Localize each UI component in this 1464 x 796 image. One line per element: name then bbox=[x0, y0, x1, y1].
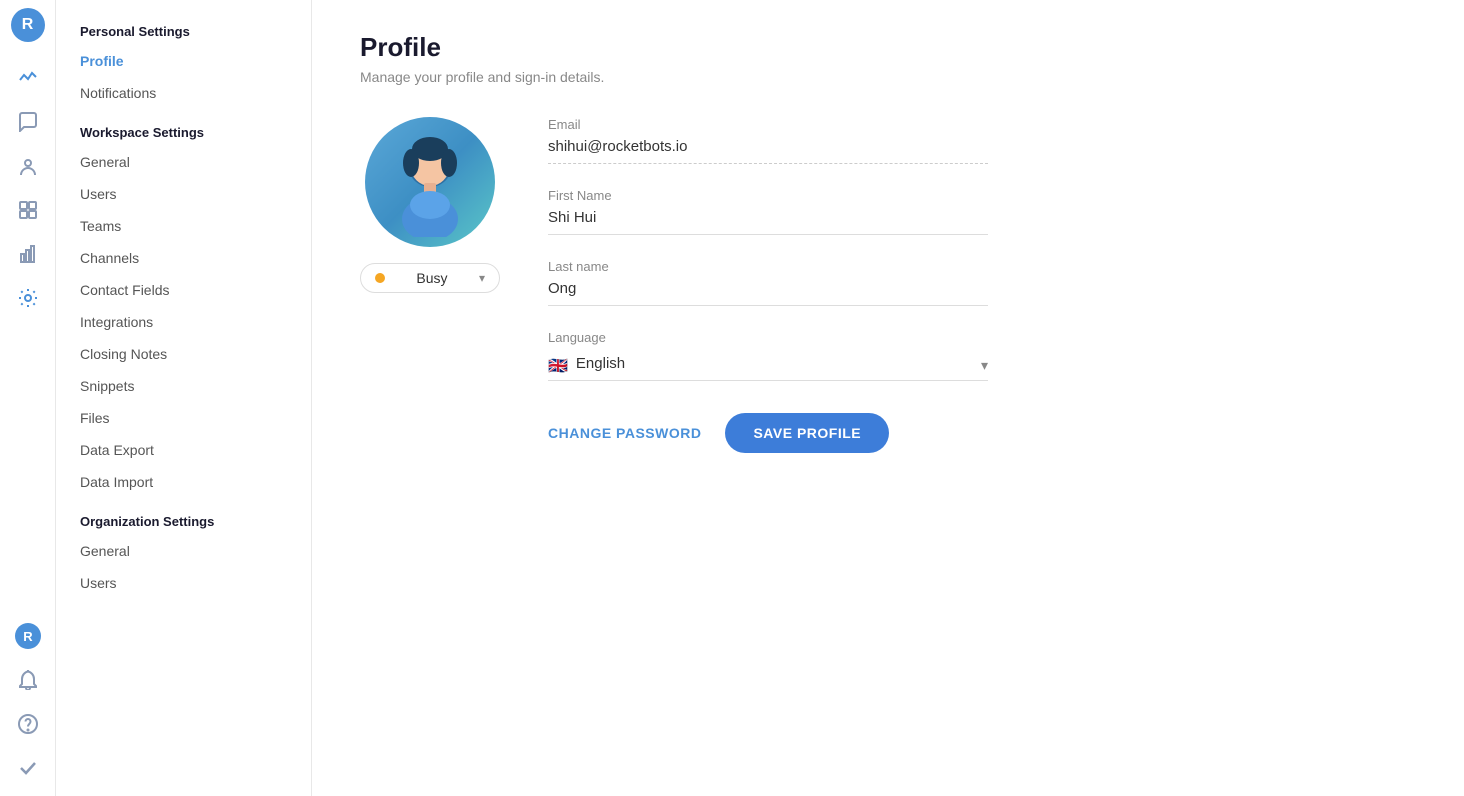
change-password-button[interactable]: CHANGE PASSWORD bbox=[548, 425, 701, 441]
language-field-group: Language 🇬🇧 English Chinese Malay ▾ bbox=[548, 330, 988, 381]
status-dot bbox=[375, 273, 385, 283]
language-select-wrapper: 🇬🇧 English Chinese Malay ▾ bbox=[548, 351, 988, 381]
sidebar-item-closing-notes[interactable]: Closing Notes bbox=[56, 338, 311, 370]
first-name-label: First Name bbox=[548, 188, 988, 203]
first-name-field-group: First Name bbox=[548, 188, 988, 235]
save-profile-button[interactable]: SAVE PROFILE bbox=[725, 413, 889, 453]
contacts-icon[interactable] bbox=[8, 146, 48, 186]
sidebar-item-general[interactable]: General bbox=[56, 146, 311, 178]
sidebar-item-profile[interactable]: Profile bbox=[56, 45, 311, 77]
chevron-down-icon: ▾ bbox=[479, 271, 485, 285]
language-label: Language bbox=[548, 330, 988, 345]
sidebar-item-users[interactable]: Users bbox=[56, 178, 311, 210]
language-select[interactable]: English Chinese Malay bbox=[576, 351, 981, 380]
profile-avatar bbox=[365, 117, 495, 247]
action-row: CHANGE PASSWORD SAVE PROFILE bbox=[548, 413, 988, 453]
sidebar-item-notifications[interactable]: Notifications bbox=[56, 77, 311, 109]
sidebar-item-snippets[interactable]: Snippets bbox=[56, 370, 311, 402]
personal-settings-title: Personal Settings bbox=[56, 16, 311, 45]
email-field-group: Email shihui@rocketbots.io bbox=[548, 117, 988, 164]
settings-icon[interactable] bbox=[8, 278, 48, 318]
logo-icon: R bbox=[8, 616, 48, 656]
sidebar-item-org-general[interactable]: General bbox=[56, 535, 311, 567]
status-label: Busy bbox=[416, 270, 447, 286]
help-icon[interactable] bbox=[8, 704, 48, 744]
language-chevron-icon: ▾ bbox=[981, 357, 988, 374]
last-name-field-group: Last name bbox=[548, 259, 988, 306]
notification-bell-icon[interactable] bbox=[8, 660, 48, 700]
activity-icon[interactable] bbox=[8, 58, 48, 98]
sidebar: Personal Settings Profile Notifications … bbox=[56, 0, 312, 796]
icon-rail: R bbox=[0, 0, 56, 796]
reports-icon[interactable] bbox=[8, 234, 48, 274]
checkmark-icon[interactable] bbox=[8, 748, 48, 788]
avatar[interactable]: R bbox=[11, 8, 45, 42]
main-content: Profile Manage your profile and sign-in … bbox=[312, 0, 1464, 796]
avatar-area: Busy ▾ bbox=[360, 117, 500, 293]
sidebar-item-org-users[interactable]: Users bbox=[56, 567, 311, 599]
sidebar-item-contact-fields[interactable]: Contact Fields bbox=[56, 274, 311, 306]
profile-section: Busy ▾ Email shihui@rocketbots.io First … bbox=[360, 117, 1416, 453]
sidebar-item-data-export[interactable]: Data Export bbox=[56, 434, 311, 466]
last-name-input[interactable] bbox=[548, 280, 988, 306]
sidebar-item-integrations[interactable]: Integrations bbox=[56, 306, 311, 338]
page-title: Profile bbox=[360, 32, 1416, 63]
sidebar-item-files[interactable]: Files bbox=[56, 402, 311, 434]
sidebar-item-channels[interactable]: Channels bbox=[56, 242, 311, 274]
integrations-icon[interactable] bbox=[8, 190, 48, 230]
sidebar-item-teams[interactable]: Teams bbox=[56, 210, 311, 242]
workspace-settings-title: Workspace Settings bbox=[56, 109, 311, 146]
chat-icon[interactable] bbox=[8, 102, 48, 142]
form-area: Email shihui@rocketbots.io First Name La… bbox=[548, 117, 988, 453]
last-name-label: Last name bbox=[548, 259, 988, 274]
svg-text:R: R bbox=[23, 629, 33, 644]
first-name-input[interactable] bbox=[548, 209, 988, 235]
page-subtitle: Manage your profile and sign-in details. bbox=[360, 69, 1416, 85]
language-flag: 🇬🇧 bbox=[548, 356, 568, 376]
email-label: Email bbox=[548, 117, 988, 132]
status-selector[interactable]: Busy ▾ bbox=[360, 263, 500, 293]
email-value: shihui@rocketbots.io bbox=[548, 138, 988, 164]
sidebar-item-data-import[interactable]: Data Import bbox=[56, 466, 311, 498]
organization-settings-title: Organization Settings bbox=[56, 498, 311, 535]
